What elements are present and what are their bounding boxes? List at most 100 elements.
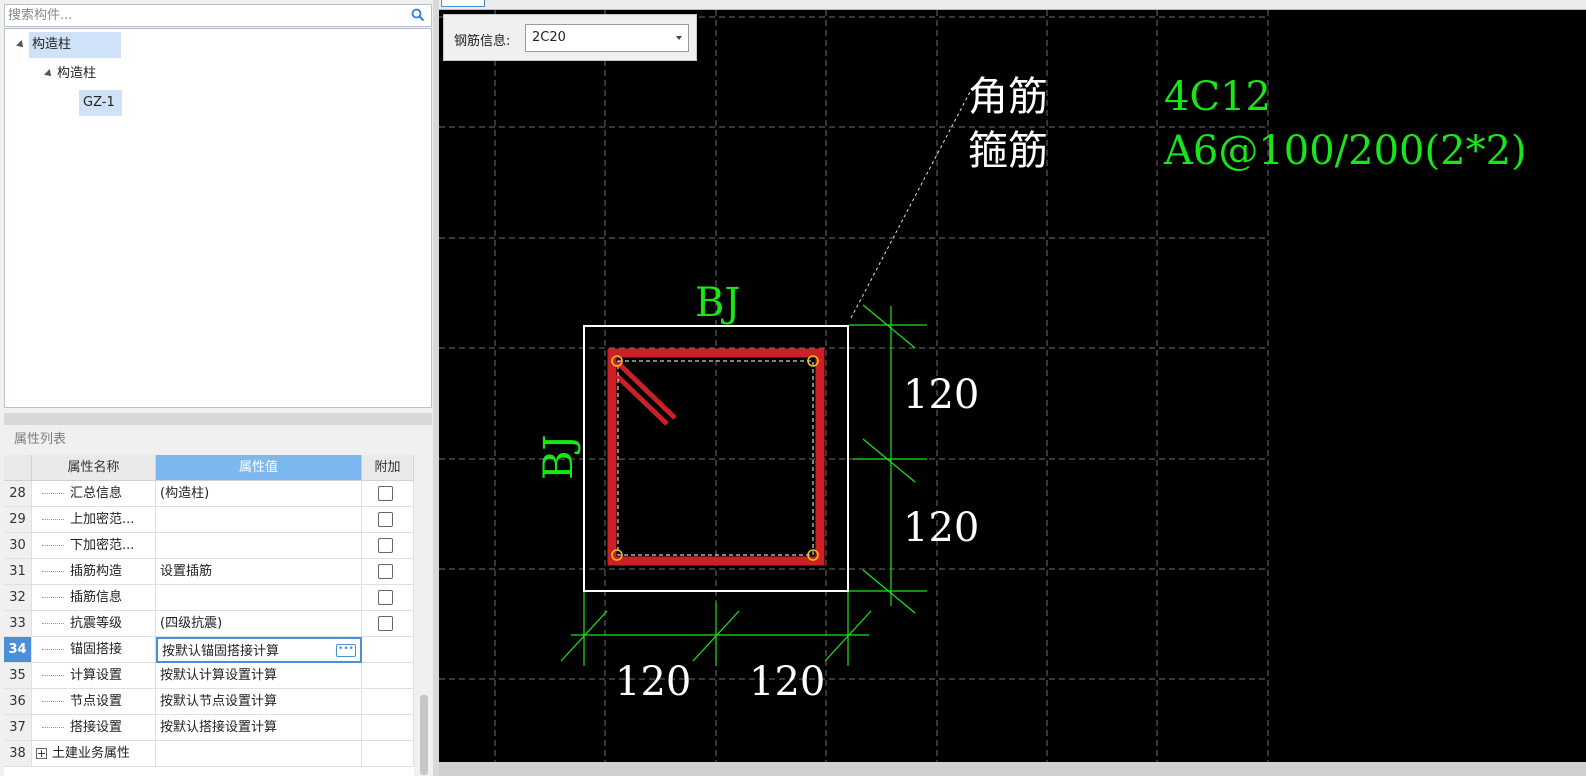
- add-checkbox[interactable]: [378, 538, 393, 553]
- property-name: 抗震等级: [32, 611, 156, 637]
- add-cell: [362, 715, 414, 741]
- add-cell: [362, 637, 414, 663]
- property-value[interactable]: 设置插筋: [156, 559, 362, 585]
- dimension-bottom-1: 120: [615, 659, 691, 705]
- table-row[interactable]: 28 汇总信息 (构造柱): [4, 481, 414, 507]
- property-name: 节点设置: [32, 689, 156, 715]
- row-number: 33: [4, 611, 32, 637]
- property-grid: 属性名称 属性值 附加 28 汇总信息 (构造柱) 29 上加密范... 30 …: [4, 455, 414, 776]
- table-row[interactable]: 30 下加密范...: [4, 533, 414, 559]
- search-input[interactable]: [5, 5, 398, 25]
- top-tab-strip: [439, 0, 1586, 10]
- expand-plus-icon[interactable]: +: [36, 748, 47, 759]
- rebar-info-value: 2C20: [532, 30, 566, 45]
- header-add[interactable]: 附加: [362, 455, 414, 481]
- ellipsis-button[interactable]: •••: [336, 644, 356, 657]
- component-tree: 构造柱 构造柱 GZ-1: [4, 28, 432, 408]
- add-cell: [362, 689, 414, 715]
- tree-node-label: GZ-1: [83, 95, 115, 110]
- add-checkbox[interactable]: [378, 486, 393, 501]
- table-row[interactable]: 32 插筋信息: [4, 585, 414, 611]
- property-value[interactable]: 按默认节点设置计算: [156, 689, 362, 715]
- stirrup-hook-1: [615, 360, 677, 420]
- table-row[interactable]: 36 节点设置 按默认节点设置计算: [4, 689, 414, 715]
- property-group-name: + 土建业务属性: [32, 741, 156, 767]
- scrollbar-thumb[interactable]: [420, 695, 428, 775]
- property-name: 汇总信息: [32, 481, 156, 507]
- property-value-editor[interactable]: 按默认锚固搭接计算 •••: [156, 637, 362, 663]
- add-cell: [362, 741, 414, 767]
- property-value[interactable]: (四级抗震): [156, 611, 362, 637]
- rebar-info-dropdown[interactable]: 2C20: [525, 24, 689, 52]
- row-number: 38: [4, 741, 32, 767]
- stirrup-value[interactable]: A6@100/200(2*2): [1163, 128, 1527, 174]
- property-value[interactable]: 按默认搭接设置计算: [156, 715, 362, 741]
- add-checkbox[interactable]: [378, 590, 393, 605]
- panel-splitter[interactable]: [4, 413, 432, 425]
- table-row-current[interactable]: 34 锚固搭接 按默认锚固搭接计算 •••: [4, 637, 414, 663]
- search-icon[interactable]: [411, 8, 425, 22]
- add-cell: [362, 611, 414, 637]
- add-cell: [362, 533, 414, 559]
- dimension-bottom-2: 120: [749, 659, 825, 705]
- add-checkbox[interactable]: [378, 564, 393, 579]
- table-row[interactable]: 33 抗震等级 (四级抗震): [4, 611, 414, 637]
- add-cell: [362, 559, 414, 585]
- dimension-right-1: 120: [903, 372, 979, 418]
- property-value[interactable]: [156, 507, 362, 533]
- table-row[interactable]: 35 计算设置 按默认计算设置计算: [4, 663, 414, 689]
- row-number: 35: [4, 663, 32, 689]
- table-row[interactable]: 29 上加密范...: [4, 507, 414, 533]
- tree-node-root[interactable]: 构造柱: [16, 32, 121, 58]
- property-value[interactable]: [156, 533, 362, 559]
- property-name: 插筋信息: [32, 585, 156, 611]
- property-value: 按默认锚固搭接计算: [162, 644, 280, 659]
- property-value[interactable]: (构造柱): [156, 481, 362, 507]
- add-cell: [362, 481, 414, 507]
- header-value[interactable]: 属性值: [156, 455, 362, 481]
- header-name[interactable]: 属性名称: [32, 455, 156, 481]
- property-name: 搭接设置: [32, 715, 156, 741]
- corner-bar-value[interactable]: 4C12: [1164, 74, 1271, 120]
- property-value: [156, 741, 362, 767]
- table-row[interactable]: 37 搭接设置 按默认搭接设置计算: [4, 715, 414, 741]
- edge-label-left[interactable]: BJ: [536, 435, 582, 480]
- background-grid: [439, 10, 1269, 762]
- section-drawing: 角筋 4C12 箍筋 A6@100/200(2*2) BJ BJ 120 120…: [439, 10, 1527, 762]
- table-row[interactable]: 31 插筋构造 设置插筋: [4, 559, 414, 585]
- drawing-canvas[interactable]: 角筋 4C12 箍筋 A6@100/200(2*2) BJ BJ 120 120…: [439, 10, 1586, 762]
- leader-line: [850, 89, 972, 319]
- tree-node-label: 构造柱: [57, 66, 97, 81]
- dimension-right-2: 120: [903, 505, 979, 551]
- expand-triangle-icon[interactable]: [44, 69, 54, 79]
- row-number: 30: [4, 533, 32, 559]
- property-name: 上加密范...: [32, 507, 156, 533]
- property-value[interactable]: 按默认计算设置计算: [156, 663, 362, 689]
- row-number: 28: [4, 481, 32, 507]
- row-number: 29: [4, 507, 32, 533]
- row-number: 34: [4, 637, 32, 663]
- active-tab[interactable]: [441, 0, 485, 7]
- expand-triangle-icon[interactable]: [16, 40, 26, 50]
- rebar-info-toolbar: 钢筋信息: 2C20: [443, 14, 697, 61]
- tree-node-gz1[interactable]: GZ-1: [79, 90, 122, 116]
- add-cell: [362, 507, 414, 533]
- row-number: 37: [4, 715, 32, 741]
- row-number: 36: [4, 689, 32, 715]
- row-number: 32: [4, 585, 32, 611]
- property-value[interactable]: [156, 585, 362, 611]
- tree-node-child[interactable]: 构造柱: [44, 61, 137, 87]
- table-row-group[interactable]: 38 + 土建业务属性: [4, 741, 414, 767]
- stirrup-label: 箍筋: [968, 128, 1048, 174]
- property-name: 插筋构造: [32, 559, 156, 585]
- row-number: 31: [4, 559, 32, 585]
- add-checkbox[interactable]: [378, 616, 393, 631]
- dropdown-arrow-icon[interactable]: [676, 36, 682, 40]
- rebar-info-label: 钢筋信息:: [454, 34, 511, 49]
- property-list-title: 属性列表: [4, 426, 432, 454]
- property-scrollbar[interactable]: [417, 455, 431, 776]
- add-cell: [362, 663, 414, 689]
- add-checkbox[interactable]: [378, 512, 393, 527]
- add-cell: [362, 585, 414, 611]
- edge-label-top[interactable]: BJ: [695, 280, 740, 326]
